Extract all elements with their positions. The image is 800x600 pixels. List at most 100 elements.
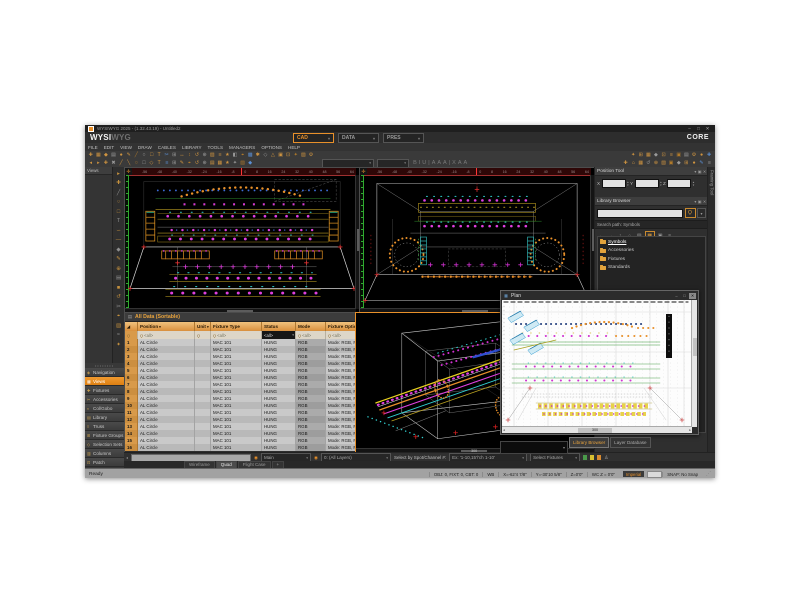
- sidebar-item[interactable]: ⊡ Patch: [85, 458, 124, 467]
- toolbar-icon[interactable]: ⊕: [652, 160, 660, 167]
- toolbar-icon[interactable]: ✎: [698, 160, 706, 167]
- axis-icon[interactable]: ✛: [125, 168, 132, 175]
- toolbar-icon[interactable]: ≡: [705, 160, 713, 167]
- menu-item[interactable]: LIBRARY: [182, 145, 202, 150]
- sidebar-item[interactable]: ▦ Views: [85, 377, 124, 386]
- table-row[interactable]: 16 AL Circle MAC 101 HUNG RGB Mode: RGB,…: [125, 444, 356, 451]
- toolbar-icon[interactable]: ◇: [148, 160, 156, 167]
- scroll-right-icon[interactable]: ▸: [689, 428, 691, 432]
- draw-tool-icon[interactable]: ⌖: [114, 312, 123, 322]
- toolbar-icon[interactable]: ✚: [705, 152, 713, 159]
- draw-tool-icon[interactable]: —: [114, 236, 123, 246]
- mode-tab[interactable]: DATA ▾: [338, 133, 379, 143]
- plan-window[interactable]: ▦ Plan – □ ✕: [500, 290, 699, 435]
- yellow-flag-icon[interactable]: [590, 455, 594, 461]
- filter-fixture-options[interactable]: Ϙ<all>: [326, 331, 356, 339]
- sidebar-item[interactable]: ▥ Columns: [85, 449, 124, 458]
- toolbar-icon[interactable]: ★: [224, 152, 232, 159]
- table-row[interactable]: 10 AL Circle MAC 101 HUNG RGB Mode: RGB,…: [125, 402, 356, 409]
- green-flag-icon[interactable]: [583, 455, 587, 461]
- toolbar-icon[interactable]: ▧: [239, 160, 247, 167]
- search-button[interactable]: Ϙ: [685, 208, 696, 218]
- layer-quick-combo[interactable]: ▾: [500, 441, 568, 454]
- menu-item[interactable]: TOOLS: [208, 145, 224, 150]
- toolbar-icon[interactable]: ◆: [102, 152, 110, 159]
- toolbar-icon[interactable]: T: [155, 152, 163, 159]
- table-row[interactable]: 8 AL Circle MAC 101 HUNG RGB Mode: RGB, …: [125, 388, 356, 395]
- close-icon[interactable]: ✕: [703, 199, 706, 204]
- toolbar-icon[interactable]: ◂: [87, 160, 95, 167]
- column-header-status[interactable]: Status: [262, 322, 296, 331]
- table-row[interactable]: 1 AL Circle MAC 101 HUNG RGB Mode: RGB, …: [125, 339, 356, 346]
- draw-tool-icon[interactable]: ✂: [114, 302, 123, 312]
- toolbar-icon[interactable]: ↔: [178, 152, 186, 159]
- menu-item[interactable]: MANAGERS: [229, 145, 255, 150]
- toolbar-icon[interactable]: ▣: [667, 160, 675, 167]
- toolbar-icon[interactable]: ✦: [231, 160, 239, 167]
- search-options-button[interactable]: ▾: [697, 208, 706, 218]
- plan-v-scrollbar[interactable]: [691, 300, 697, 427]
- toolbar-icon[interactable]: ▦: [216, 160, 224, 167]
- table-row[interactable]: 15 AL Circle MAC 101 HUNG RGB Mode: RGB,…: [125, 437, 356, 444]
- draw-tool-icon[interactable]: ≈: [114, 331, 123, 341]
- orange-flag-icon[interactable]: [597, 455, 601, 461]
- toolbar-icon[interactable]: ⊡: [660, 152, 668, 159]
- toolbar-icon[interactable]: ⊞: [683, 160, 691, 167]
- toolbar-icon[interactable]: ◆: [246, 160, 254, 167]
- toolbar-icon[interactable]: ▧: [660, 160, 668, 167]
- pin-icon[interactable]: ▣: [698, 199, 702, 204]
- toolbar-icon[interactable]: ▦: [637, 160, 645, 167]
- library-search-input[interactable]: [597, 209, 683, 218]
- y-spinner[interactable]: ▴▾: [660, 181, 661, 186]
- column-header-fixture-options[interactable]: Fixture Options: [326, 322, 356, 331]
- draw-tool-icon[interactable]: ↺: [114, 293, 123, 303]
- toolbar-icon[interactable]: ✂: [163, 152, 171, 159]
- toolbar-icon[interactable]: ≡: [216, 152, 224, 159]
- toolbar-icon[interactable]: ▦: [95, 152, 103, 159]
- toolbar-icon[interactable]: ⊞: [171, 152, 179, 159]
- toolbar-icon[interactable]: ✎: [178, 160, 186, 167]
- library-tree-item[interactable]: Accessories: [598, 247, 705, 256]
- column-header-unit[interactable]: Unit▾: [195, 322, 211, 331]
- menu-item[interactable]: FILE: [88, 145, 98, 150]
- x-input[interactable]: [602, 179, 626, 188]
- library-tree-item[interactable]: Symbols: [598, 238, 705, 247]
- plan-canvas[interactable]: [502, 300, 692, 427]
- plan-h-scrollbar[interactable]: ◂ 300 ▸: [502, 426, 692, 433]
- toolbar-icon[interactable]: ★: [224, 160, 232, 167]
- tab-scroll-icons[interactable]: ◂ ▸: [224, 462, 229, 467]
- sidebar-item[interactable]: ◈ Navigation: [85, 368, 124, 377]
- toolbar-icon[interactable]: ✚: [102, 160, 110, 167]
- table-row[interactable]: 4 AL Circle MAC 101 HUNG RGB Mode: RGB, …: [125, 360, 356, 367]
- restore-icon[interactable]: □: [681, 293, 688, 299]
- menu-item[interactable]: EDIT: [104, 145, 114, 150]
- table-row[interactable]: 6 AL Circle MAC 101 HUNG RGB Mode: RGB, …: [125, 374, 356, 381]
- toolbar-icon[interactable]: ⚙: [690, 152, 698, 159]
- view-tab[interactable]: Flight Case: [238, 461, 271, 469]
- toolbar-icon[interactable]: □: [148, 152, 156, 159]
- toolbar-icon[interactable]: ⚙: [307, 152, 315, 159]
- person-icon[interactable]: ♙: [604, 455, 608, 461]
- toolbar-icon[interactable]: ⊕: [201, 160, 209, 167]
- collapse-icon[interactable]: ▾: [694, 169, 696, 174]
- format-button[interactable]: A: [437, 160, 441, 166]
- toolbar-icon[interactable]: ▸: [95, 160, 103, 167]
- toolbar-icon[interactable]: ⊡: [284, 152, 292, 159]
- toolbar-icon[interactable]: ⊞: [171, 160, 179, 167]
- menu-item[interactable]: HELP: [288, 145, 300, 150]
- draw-tool-icon[interactable]: ▧: [114, 321, 123, 331]
- toolbar-icon[interactable]: ╱: [117, 160, 125, 167]
- toolbar-icon[interactable]: T: [155, 160, 163, 167]
- draw-tool-icon[interactable]: □: [114, 207, 123, 217]
- toolbar-icon[interactable]: ▩: [246, 152, 254, 159]
- minimize-icon[interactable]: –: [673, 293, 680, 299]
- all-data-titlebar[interactable]: ▤ All Data (Sortable): [125, 313, 356, 322]
- toolbar-icon[interactable]: ●: [690, 160, 698, 167]
- sidebar-item[interactable]: ✚ Fixtures: [85, 386, 124, 395]
- filter-position[interactable]: Ϙ<all>: [138, 331, 195, 339]
- mode-tab[interactable]: CAD ▾: [293, 133, 334, 143]
- toolbar-icon[interactable]: ▤: [683, 152, 691, 159]
- column-header-position[interactable]: Position▾: [138, 322, 195, 331]
- toolbar-icon[interactable]: ▨: [300, 152, 308, 159]
- row-number-header[interactable]: ◢: [125, 322, 138, 331]
